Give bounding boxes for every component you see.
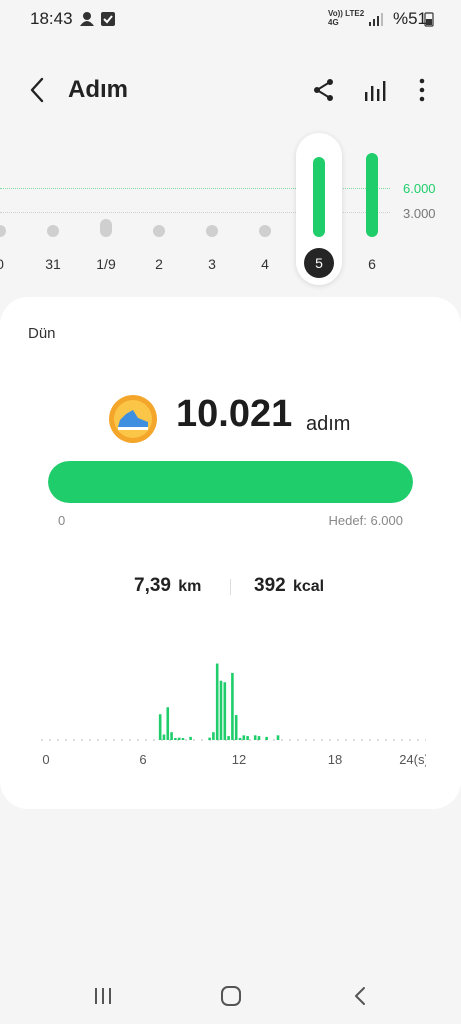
selected-date: Dün xyxy=(28,325,56,342)
day-label-6[interactable]: 5 xyxy=(304,248,334,278)
stats-divider xyxy=(230,579,231,595)
steps-unit: adım xyxy=(306,413,351,435)
hour-bar-32 xyxy=(162,734,166,740)
volte-icon: Vo)) LTE2 4G xyxy=(328,9,365,27)
hour-bar-39 xyxy=(189,736,192,740)
page-title: Adım xyxy=(68,76,128,103)
hour-bar-59 xyxy=(265,736,268,740)
x-tick-label: 12 xyxy=(232,752,246,767)
calories-stat: 392 kcal xyxy=(254,575,324,597)
day-bar-7 xyxy=(366,153,378,237)
hourly-steps-chart: 0 6 12 18 24(s) xyxy=(41,663,426,767)
battery-icon xyxy=(424,12,434,27)
day-label-3[interactable]: 2 xyxy=(139,256,179,272)
navigation-bar xyxy=(0,970,461,1024)
hour-bar-36 xyxy=(177,737,181,740)
day-label-0[interactable]: 0 xyxy=(0,256,20,272)
status-time: 18:43 xyxy=(30,9,73,28)
hour-bar-56 xyxy=(253,735,257,740)
day-bar-6 xyxy=(313,156,325,237)
hour-bar-54 xyxy=(246,736,249,740)
calories-unit: kcal xyxy=(292,578,325,595)
calories-value: 392 xyxy=(254,575,286,596)
hour-bar-37 xyxy=(181,738,185,740)
hour-bar-57 xyxy=(257,736,261,740)
progress-min-label: 0 xyxy=(58,513,66,528)
hour-bar-53 xyxy=(242,735,246,740)
goal-line-label: 6.000 xyxy=(403,181,436,196)
chart-icon[interactable] xyxy=(362,76,390,104)
hour-bar-46 xyxy=(215,663,219,740)
hour-bar-49 xyxy=(227,736,230,740)
hour-bar-50 xyxy=(231,672,234,740)
hour-bar-47 xyxy=(219,680,223,740)
app-header: Adım xyxy=(0,60,461,120)
distance-value: 7,39 xyxy=(134,575,171,596)
hour-bar-51 xyxy=(234,715,238,740)
x-tick-label: 18 xyxy=(328,752,342,767)
hour-bar-48 xyxy=(223,682,227,740)
day-bar-4 xyxy=(206,225,218,237)
x-tick-label: 6 xyxy=(139,752,146,767)
x-tick-label: 24(s) xyxy=(399,752,426,767)
day-label-1[interactable]: 31 xyxy=(33,256,73,272)
more-icon[interactable] xyxy=(408,76,436,104)
signal-icon xyxy=(369,13,383,26)
account-icon xyxy=(80,12,94,26)
weekly-steps-strip[interactable]: 6.000 3.000 0 31 1/9 234 5 6 xyxy=(0,130,461,290)
day-bar-3 xyxy=(153,225,165,237)
back-nav-icon[interactable] xyxy=(348,984,374,1008)
steps-count: 10.021 xyxy=(176,393,293,435)
day-label-2[interactable]: 1/9 xyxy=(86,256,126,272)
daily-summary-card: Dün 10.021 adım 0 Hedef: 6.000 7,39 km 3… xyxy=(0,297,461,809)
hour-bar-45 xyxy=(212,732,215,740)
running-shoe-medal-icon xyxy=(109,395,157,443)
status-bar: 18:43 Vo)) LTE2 4G %51 xyxy=(0,0,461,40)
day-label-5[interactable]: 4 xyxy=(245,256,285,272)
progress-goal-label: Hedef: 6.000 xyxy=(328,513,403,528)
hour-bar-52 xyxy=(238,738,242,740)
share-icon[interactable] xyxy=(310,76,338,104)
home-icon[interactable] xyxy=(218,984,244,1008)
hour-bar-62 xyxy=(276,735,280,740)
reference-line-label: 3.000 xyxy=(403,206,436,221)
day-bar-2 xyxy=(100,219,112,237)
day-bar-1 xyxy=(47,225,59,237)
day-label-7[interactable]: 6 xyxy=(352,256,392,272)
progress-bar-fill xyxy=(48,461,413,503)
recent-apps-icon[interactable] xyxy=(90,984,116,1008)
battery-percent: %51 xyxy=(392,9,427,28)
distance-unit: km xyxy=(178,578,202,595)
back-icon[interactable] xyxy=(24,74,52,106)
hour-bar-33 xyxy=(166,707,170,740)
day-bar-5 xyxy=(259,225,271,237)
checkbox-icon xyxy=(101,12,115,26)
day-bar-0 xyxy=(0,225,6,237)
hour-bar-34 xyxy=(170,732,173,740)
day-label-4[interactable]: 3 xyxy=(192,256,232,272)
x-tick-label: 0 xyxy=(42,752,49,767)
hour-bar-44 xyxy=(208,737,211,740)
progress-bar xyxy=(48,461,413,503)
distance-stat: 7,39 km xyxy=(134,575,201,597)
hour-bar-31 xyxy=(158,714,162,740)
hour-bar-35 xyxy=(174,738,177,740)
